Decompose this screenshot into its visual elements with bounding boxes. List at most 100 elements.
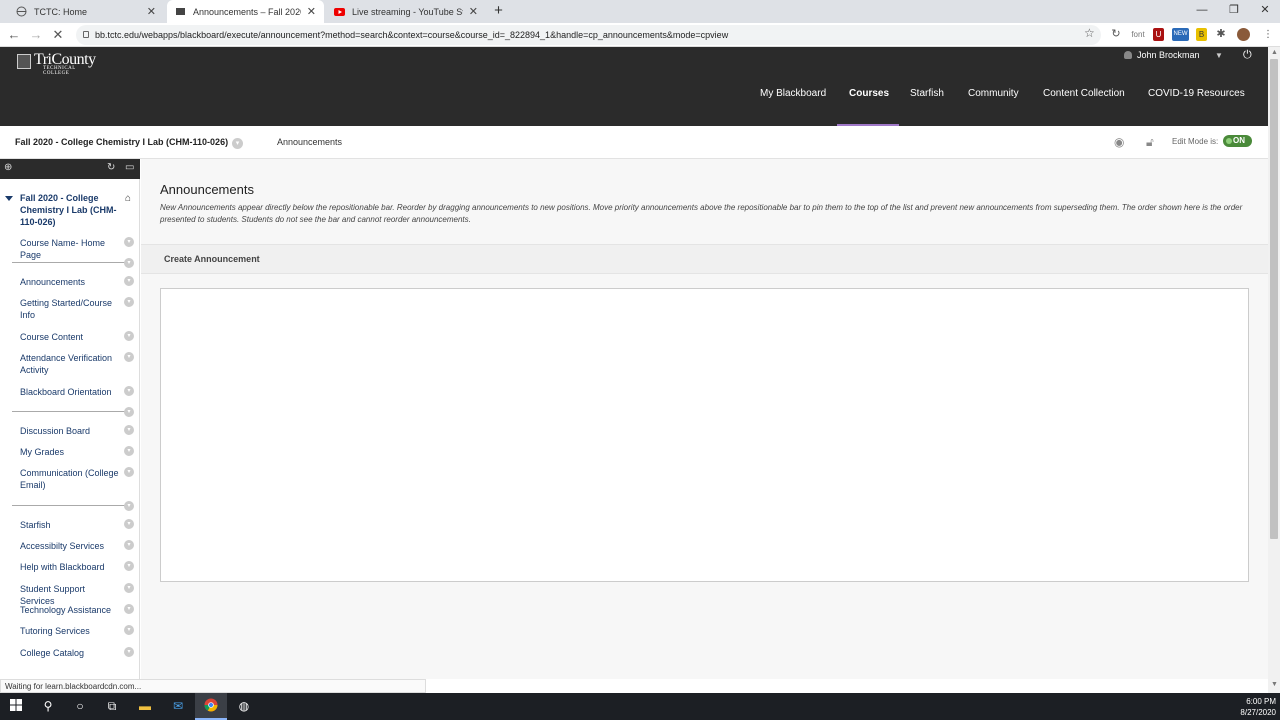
extension-shield-icon[interactable]: U [1153,28,1164,41]
tab-tctc-home[interactable]: TCTC: Home ✕ [8,0,164,23]
scroll-down-icon[interactable]: ▼ [1271,681,1278,688]
add-menu-item-icon[interactable]: ⊕ [4,162,12,173]
announcements-list-area [160,288,1249,582]
minimize-icon[interactable]: — [1186,0,1218,20]
breadcrumb: Announcements [277,137,343,147]
close-tab-icon[interactable]: ✕ [463,5,478,18]
course-menu-toolbar: ⊕ ↻ ▭ [0,159,140,179]
url-text: bb.tctc.edu/webapps/blackboard/execute/a… [95,30,729,40]
chevron-down-icon[interactable]: ▾ [124,625,134,635]
sidebar-item-college-catalog[interactable]: College Catalog [20,647,120,659]
chevron-down-icon[interactable]: ▾ [124,501,134,511]
close-window-icon[interactable]: ✕ [1249,0,1280,20]
restore-icon[interactable]: ❐ [1218,0,1250,20]
scroll-up-icon[interactable]: ▲ [1271,49,1278,56]
new-tab-button[interactable]: + [490,3,507,20]
tab-youtube-studio[interactable]: Live streaming - YouTube Studio ✕ [326,0,486,23]
chevron-down-icon[interactable]: ▾ [124,258,134,268]
sidebar-item-discussion-board[interactable]: Discussion Board [20,425,120,437]
sidebar-item-my-grades[interactable]: My Grades [20,446,120,458]
menu-divider [12,411,126,412]
extensions-puzzle-icon[interactable]: ✱ [1215,28,1227,41]
task-view-icon[interactable]: ⧉ [96,693,128,720]
nav-starfish[interactable]: Starfish [910,88,944,99]
browser-menu-icon[interactable]: ⋮ [1263,28,1273,41]
chevron-down-icon[interactable]: ▾ [124,467,134,477]
obs-icon[interactable]: ◍ [228,693,260,720]
chevron-down-icon[interactable]: ▾ [124,276,134,286]
scrollbar-thumb[interactable] [1270,59,1278,539]
sidebar-item-course-content[interactable]: Course Content [20,331,120,343]
sidebar-item-attendance[interactable]: Attendance Verification Activity [20,352,120,376]
refresh-icon[interactable]: ↻ [107,162,115,173]
chevron-down-icon[interactable]: ▾ [124,540,134,550]
extension-font-icon[interactable]: font [1130,28,1146,41]
extension-new-icon[interactable]: NEW [1172,28,1189,41]
sidebar-item-getting-started[interactable]: Getting Started/Course Info [20,297,120,321]
logout-power-icon[interactable]: ⏻ [1243,49,1252,62]
chevron-down-icon[interactable]: ▾ [124,519,134,529]
address-bar[interactable]: bb.tctc.edu/webapps/blackboard/execute/a… [76,25,1101,45]
windows-start-icon[interactable] [0,693,32,720]
collapse-triangle-icon[interactable] [5,196,13,201]
file-explorer-icon[interactable]: ▬ [129,693,161,720]
nav-covid-19-resources[interactable]: COVID-19 Resources [1148,88,1245,99]
chevron-down-icon[interactable]: ▾ [124,446,134,456]
browser-toolbar: ← → ✕ bb.tctc.edu/webapps/blackboard/exe… [0,23,1280,47]
college-logo[interactable]: TriCounty TECHNICAL COLLEGE [17,52,103,76]
sidebar-item-blackboard-orientation[interactable]: Blackboard Orientation [20,386,120,398]
create-announcement-button[interactable]: Create Announcement [164,254,260,264]
nav-content-collection[interactable]: Content Collection [1043,88,1125,99]
chevron-down-icon[interactable]: ▾ [124,561,134,571]
home-icon[interactable]: ⌂ [125,193,131,204]
forward-icon[interactable]: → [28,27,44,43]
sidebar-item-help-blackboard[interactable]: Help with Blackboard [20,561,120,573]
stop-loading-icon[interactable]: ✕ [50,27,66,43]
sidebar-item-communication[interactable]: Communication (College Email) [20,467,120,491]
close-tab-icon[interactable]: ✕ [301,5,316,18]
chevron-down-icon[interactable]: ▾ [124,331,134,341]
chevron-down-icon[interactable]: ▾ [232,138,243,149]
page-scrollbar[interactable]: ▲ ▼ [1268,47,1280,693]
chevron-down-icon[interactable]: ▾ [124,647,134,657]
edit-mode-toggle[interactable]: ON [1223,135,1252,147]
lock-icon[interactable]: 🔓︎ [1146,135,1154,150]
nav-community[interactable]: Community [968,88,1019,99]
chevron-down-icon[interactable]: ▾ [124,297,134,307]
course-title[interactable]: Fall 2020 - College Chemistry I Lab (CHM… [15,137,228,147]
page-title: Announcements [160,182,254,197]
system-clock[interactable]: 6:00 PM 8/27/2020 [1236,696,1276,718]
search-icon[interactable]: ⚲ [32,693,64,720]
chevron-down-icon[interactable]: ▾ [124,425,134,435]
sidebar-item-starfish[interactable]: Starfish [20,519,120,531]
chevron-down-icon[interactable]: ▾ [124,352,134,362]
mail-icon[interactable]: ✉ [162,693,194,720]
cortana-icon[interactable]: ○ [64,693,96,720]
student-preview-icon[interactable]: ◉ [1114,135,1124,149]
tab-announcements[interactable]: Announcements – Fall 2020 - Co ✕ [167,0,324,23]
nav-courses[interactable]: Courses [849,88,889,99]
close-tab-icon[interactable]: ✕ [141,5,156,18]
chevron-down-icon[interactable]: ▼ [1215,51,1223,60]
top-navigation: My Blackboard Courses Starfish Community… [0,88,1268,126]
profile-avatar[interactable] [1237,28,1250,41]
user-menu[interactable]: John Brockman [1124,50,1200,60]
extension-refresh-icon[interactable]: ↻ [1110,28,1122,41]
sidebar-item-course-home[interactable]: Course Name- Home Page [20,237,120,261]
nav-my-blackboard[interactable]: My Blackboard [760,88,826,99]
sidebar-item-tutoring[interactable]: Tutoring Services [20,625,120,637]
sidebar-item-technology-assistance[interactable]: Technology Assistance [20,604,120,616]
extension-yellow-icon[interactable]: B [1196,28,1207,41]
back-icon[interactable]: ← [6,27,22,43]
sidebar-item-accessibility[interactable]: Accessibilty Services [20,540,120,552]
chevron-down-icon[interactable]: ▾ [124,604,134,614]
bookmark-star-icon[interactable]: ☆ [1084,26,1095,40]
chevron-down-icon[interactable]: ▾ [124,407,134,417]
chevron-down-icon[interactable]: ▾ [124,386,134,396]
chevron-down-icon[interactable]: ▾ [124,237,134,247]
sidebar-item-announcements[interactable]: Announcements [20,276,120,288]
sidebar-course-title[interactable]: Fall 2020 - College Chemistry I Lab (CHM… [20,192,120,228]
folder-view-icon[interactable]: ▭ [125,162,134,173]
chevron-down-icon[interactable]: ▾ [124,583,134,593]
chrome-icon[interactable] [195,693,227,720]
